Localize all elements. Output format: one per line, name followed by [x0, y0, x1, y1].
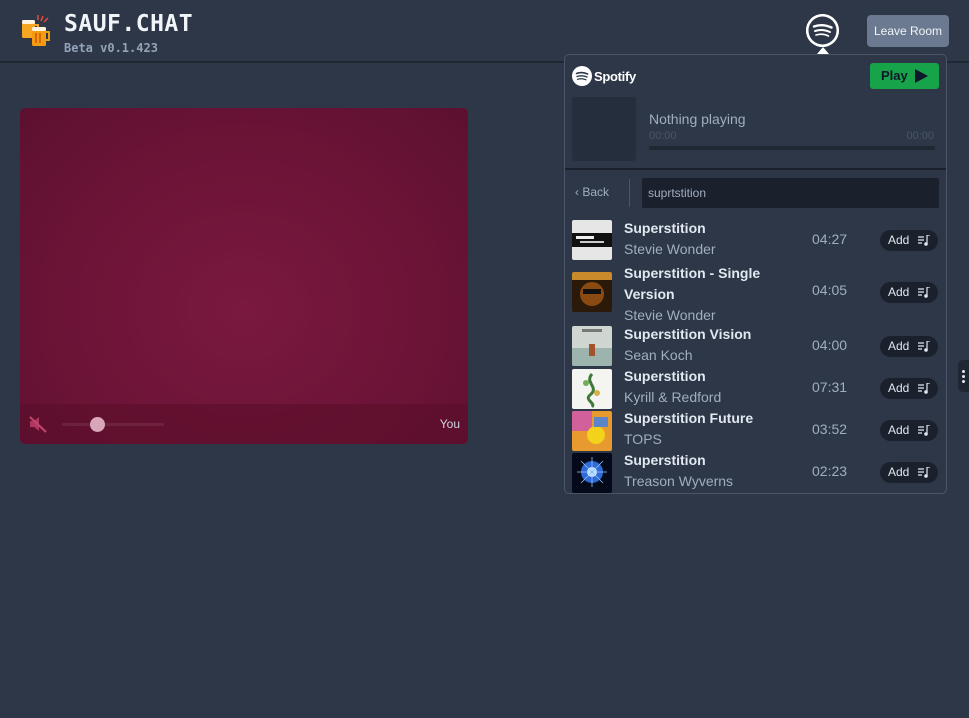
spotify-toggle-button[interactable]	[806, 14, 839, 47]
track-artist: Stevie Wonder	[624, 307, 716, 323]
kebab-menu-icon[interactable]	[958, 360, 969, 392]
track-title: Superstition	[624, 220, 706, 236]
panel-pointer	[817, 47, 829, 54]
album-artwork	[572, 411, 612, 451]
playback-progress-bar[interactable]	[649, 146, 935, 150]
mute-speaker-icon[interactable]	[28, 414, 48, 434]
result-row[interactable]: Superstition Treason Wyverns 02:23 Add	[565, 452, 946, 493]
album-artwork	[572, 326, 612, 366]
add-button-label: Add	[888, 339, 910, 353]
track-duration: 03:52	[812, 421, 848, 437]
track-artist: Sean Koch	[624, 347, 693, 363]
app-version: Beta v0.1.423	[64, 41, 158, 55]
playlist-add-icon	[918, 287, 930, 298]
now-playing-artwork	[572, 97, 636, 161]
track-search-input[interactable]	[642, 178, 939, 208]
now-playing-title: Nothing playing	[649, 111, 746, 127]
add-button-label: Add	[888, 233, 910, 247]
track-duration: 00:00	[906, 130, 934, 142]
participant-name: You	[439, 417, 460, 431]
participant-video-tile: You	[20, 108, 468, 444]
track-artist: Kyrill & Redford	[624, 389, 722, 405]
track-artist: Stevie Wonder	[624, 241, 716, 257]
track-title: Superstition	[624, 452, 706, 468]
playlist-add-icon	[918, 425, 930, 436]
track-duration: 04:00	[812, 337, 848, 353]
playlist-add-icon	[918, 235, 930, 246]
panel-divider	[565, 168, 946, 170]
spotify-icon	[806, 14, 839, 47]
track-title: Superstition - Single Version	[624, 265, 761, 302]
track-duration: 02:23	[812, 463, 848, 479]
track-artist: TOPS	[624, 431, 662, 447]
tile-controls-bar: You	[20, 404, 468, 444]
play-button[interactable]: Play	[870, 63, 939, 89]
result-row[interactable]: Superstition Vision Sean Koch 04:00 Add	[565, 326, 946, 368]
play-icon	[915, 69, 928, 83]
spotify-logo-text: Spotify	[594, 68, 636, 84]
result-row[interactable]: Superstition - Single Version Stevie Won…	[565, 265, 946, 323]
track-artist: Treason Wyverns	[624, 473, 734, 489]
album-artwork	[572, 453, 612, 493]
playlist-add-icon	[918, 383, 930, 394]
add-to-queue-button[interactable]: Add	[880, 462, 938, 483]
spotify-logo-icon	[572, 66, 592, 86]
track-title: Superstition Future	[624, 410, 754, 426]
add-button-label: Add	[888, 423, 910, 437]
spotify-logo: Spotify	[572, 66, 636, 86]
elapsed-time: 00:00	[649, 130, 677, 142]
result-row[interactable]: Superstition Kyrill & Redford 07:31 Add	[565, 368, 946, 410]
search-results-list: Superstition Stevie Wonder 04:27 Add Sup…	[565, 219, 946, 493]
track-duration: 04:05	[812, 282, 848, 298]
add-button-label: Add	[888, 285, 910, 299]
back-button[interactable]: ‹ Back	[575, 185, 609, 199]
playlist-add-icon	[918, 467, 930, 478]
track-duration: 04:27	[812, 231, 848, 247]
volume-slider[interactable]	[62, 423, 164, 426]
add-to-queue-button[interactable]: Add	[880, 378, 938, 399]
add-button-label: Add	[888, 381, 910, 395]
spotify-panel: Spotify Play Nothing playing 00:00 00:00…	[564, 54, 947, 494]
album-artwork	[572, 369, 612, 409]
app-title: SAUF.CHAT	[64, 11, 194, 37]
volume-slider-knob[interactable]	[90, 417, 105, 432]
album-artwork	[572, 272, 612, 312]
back-button-label: Back	[582, 185, 610, 199]
album-artwork	[572, 220, 612, 260]
play-button-label: Play	[881, 68, 908, 83]
add-button-label: Add	[888, 465, 910, 479]
result-row[interactable]: Superstition Future TOPS 03:52 Add	[565, 410, 946, 452]
track-duration: 07:31	[812, 379, 848, 395]
add-to-queue-button[interactable]: Add	[880, 336, 938, 357]
result-row[interactable]: Superstition Stevie Wonder 04:27 Add	[565, 219, 946, 261]
add-to-queue-button[interactable]: Add	[880, 230, 938, 251]
track-title: Superstition	[624, 368, 706, 384]
add-to-queue-button[interactable]: Add	[880, 282, 938, 303]
beer-mugs-logo-icon	[22, 15, 50, 46]
leave-room-button[interactable]: Leave Room	[867, 15, 949, 47]
add-to-queue-button[interactable]: Add	[880, 420, 938, 441]
track-title: Superstition Vision	[624, 326, 752, 342]
search-separator	[629, 179, 630, 207]
playlist-add-icon	[918, 341, 930, 352]
